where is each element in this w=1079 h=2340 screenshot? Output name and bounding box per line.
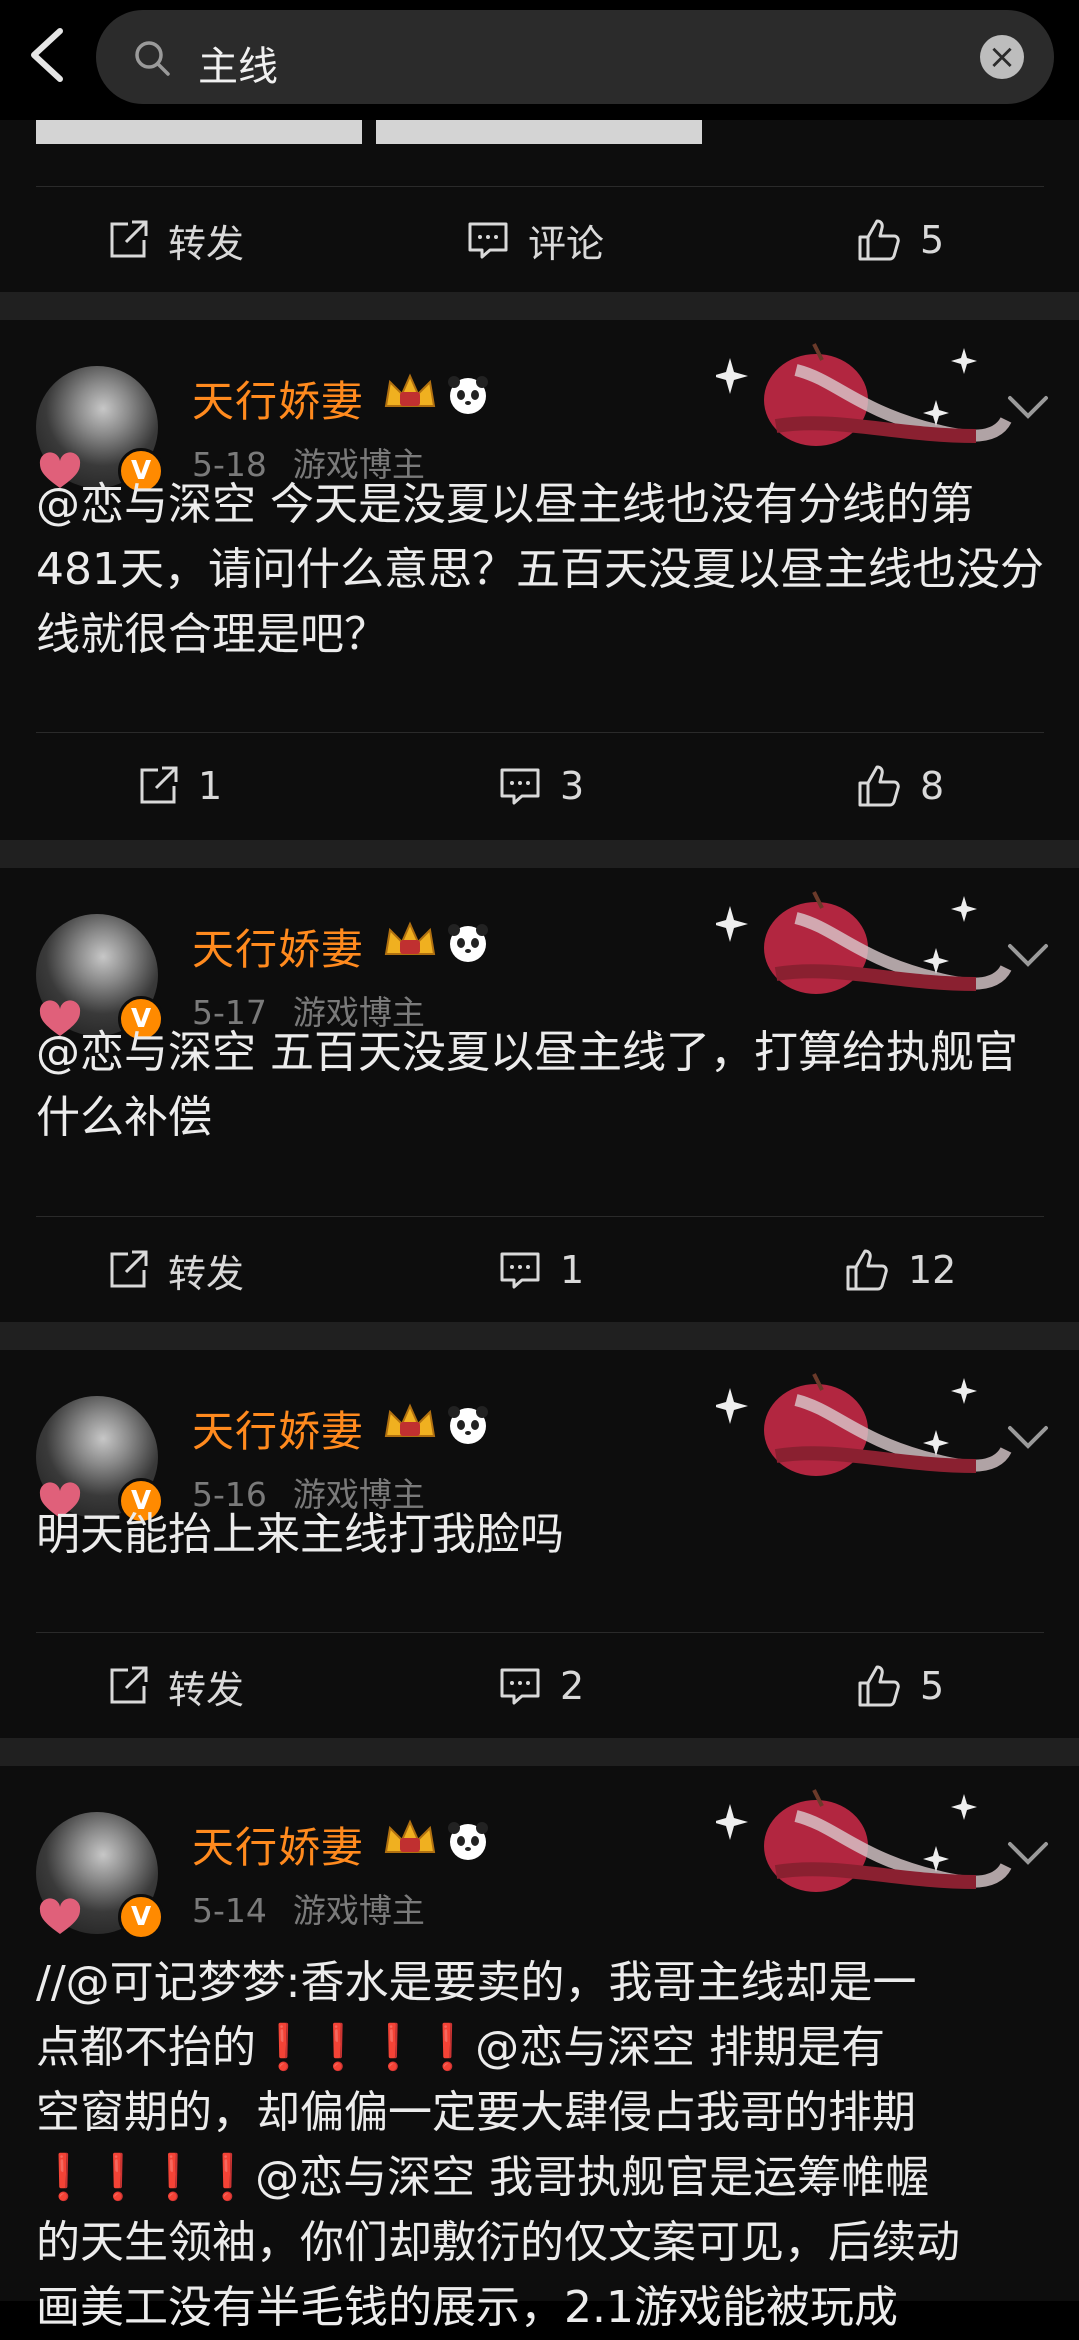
image-placeholder xyxy=(376,120,702,144)
post-card[interactable]: V 天行娇妻 5-17 游戏博主 @恋与深空 五百天没夏以昼主线了，打算给执舰官什… xyxy=(0,868,1079,1322)
chevron-down-icon[interactable] xyxy=(1006,940,1050,970)
post-text-line: 画美工没有半毛钱的展示，2.1游戏能被玩成 xyxy=(36,2282,898,2333)
user-tag: 游戏博主 xyxy=(292,1891,425,1930)
post-text-line: 空窗期的，却偏偏一定要大肆侵占我哥的排期 xyxy=(36,2087,916,2138)
panda-icon xyxy=(448,924,488,962)
exclamation-icon: ❗❗❗❗ xyxy=(256,2022,476,2073)
card-separator xyxy=(0,1738,1079,1766)
repost-button[interactable]: 1 xyxy=(136,756,222,816)
chevron-down-icon[interactable] xyxy=(1006,1422,1050,1452)
avatar[interactable]: V xyxy=(36,1396,164,1524)
avatar[interactable]: V xyxy=(36,1812,164,1940)
post-card[interactable]: V 天行娇妻 5-18 游戏博主 @恋与深空 今天是没夏以昼主线也没有分线的第48… xyxy=(0,320,1079,840)
post-meta: 5-14 游戏博主 xyxy=(192,1884,425,1932)
repost-button[interactable]: 转发 xyxy=(106,210,244,270)
repost-button[interactable]: 转发 xyxy=(106,1240,244,1300)
post-text: 明天能抬上来主线打我脸吗 xyxy=(36,1509,564,1560)
heart-icon xyxy=(39,1898,81,1934)
comment-icon xyxy=(468,222,508,259)
username[interactable]: 天行娇妻 xyxy=(192,368,364,429)
post-text: //@可记梦梦:香水是要卖的，我哥主线却是一 点都不抬的❗❗❗❗@恋与深空 排期… xyxy=(36,1950,1046,2340)
chevron-down-icon[interactable] xyxy=(1006,1838,1050,1868)
post-text-line: //@可记梦梦:香水是要卖的，我哥主线却是一 xyxy=(36,1957,917,2008)
post-card-partial: 转发 评论 5 xyxy=(0,120,1079,292)
comment-button[interactable]: 评论 xyxy=(466,210,604,270)
repost-icon xyxy=(110,1250,148,1288)
repost-button[interactable]: 转发 xyxy=(106,1656,244,1716)
comment-icon xyxy=(500,768,540,805)
username[interactable]: 天行娇妻 xyxy=(192,1398,364,1459)
repost-icon xyxy=(140,766,178,804)
exclamation-icon: ❗❗❗❗ xyxy=(36,2152,256,2203)
crown-icon xyxy=(384,1819,436,1853)
comment-button[interactable]: 1 xyxy=(498,1240,584,1300)
chevron-down-icon[interactable] xyxy=(1006,392,1050,422)
thumbs-up-icon xyxy=(846,1249,888,1291)
like-button[interactable]: 8 xyxy=(856,756,944,816)
apple-ribbon-decoration-icon xyxy=(716,1373,1012,1476)
panda-icon xyxy=(448,1822,488,1860)
repost-icon xyxy=(110,220,148,258)
avatar[interactable]: V xyxy=(36,366,164,494)
post-text-line: 的天生领袖，你们却敷衍的仅文案可见，后续动 xyxy=(36,2217,960,2268)
back-arrow-icon[interactable] xyxy=(22,25,72,85)
post-text-line: ❗❗❗❗@恋与深空 我哥执舰官是运筹帷幄 xyxy=(36,2152,930,2203)
divider xyxy=(36,732,1044,733)
divider xyxy=(36,1216,1044,1217)
apple-ribbon-decoration-icon xyxy=(716,891,1012,994)
panda-icon xyxy=(448,1406,488,1444)
apple-ribbon-decoration-icon xyxy=(716,1789,1012,1892)
comment-button[interactable]: 3 xyxy=(498,756,584,816)
comment-icon xyxy=(500,1252,540,1289)
apple-ribbon-decoration-icon xyxy=(716,343,1012,446)
divider xyxy=(36,1632,1044,1633)
verified-badge-icon: V xyxy=(118,1894,164,1940)
thumbs-up-icon xyxy=(858,765,900,807)
thumbs-up-icon xyxy=(858,1665,900,1707)
avatar[interactable]: V xyxy=(36,914,164,1042)
like-button[interactable]: 12 xyxy=(844,1240,956,1300)
card-separator xyxy=(0,840,1079,868)
thumbs-up-icon xyxy=(858,219,900,261)
repost-icon xyxy=(110,1666,148,1704)
post-text-line: 点都不抬的❗❗❗❗@恋与深空 排期是有 xyxy=(36,2022,886,2073)
crown-icon xyxy=(384,921,436,955)
username[interactable]: 天行娇妻 xyxy=(192,1814,364,1875)
clear-icon[interactable]: × xyxy=(980,35,1024,79)
search-icon xyxy=(135,41,170,76)
divider xyxy=(36,186,1044,187)
search-input[interactable]: 主线 × xyxy=(96,10,1054,104)
search-query[interactable]: 主线 xyxy=(198,34,278,92)
image-placeholder xyxy=(36,120,362,144)
card-separator xyxy=(0,292,1079,320)
post-card[interactable]: V 天行娇妻 5-16 游戏博主 明天能抬上来主线打我脸吗 转发 2 5 xyxy=(0,1350,1079,1738)
post-text: @恋与深空 五百天没夏以昼主线了，打算给执舰官什么补偿 xyxy=(36,1027,1018,1143)
crown-icon xyxy=(384,1403,436,1437)
username[interactable]: 天行娇妻 xyxy=(192,916,364,977)
like-button[interactable]: 5 xyxy=(856,1656,944,1716)
like-button[interactable]: 5 xyxy=(856,210,944,270)
panda-icon xyxy=(448,376,488,414)
post-text: @恋与深空 今天是没夏以昼主线也没有分线的第481天，请问什么意思？五百天没夏以… xyxy=(36,479,1044,660)
post-date: 5-14 xyxy=(192,1891,267,1930)
top-bar: 主线 × xyxy=(0,0,1079,120)
comment-button[interactable]: 2 xyxy=(498,1656,584,1716)
post-card[interactable]: V 天行娇妻 5-14 游戏博主 //@可记梦梦:香水是要卖的，我哥主线却是一 点… xyxy=(0,1766,1079,2333)
card-separator xyxy=(0,1322,1079,1350)
crown-icon xyxy=(384,373,436,407)
comment-icon xyxy=(500,1668,540,1705)
